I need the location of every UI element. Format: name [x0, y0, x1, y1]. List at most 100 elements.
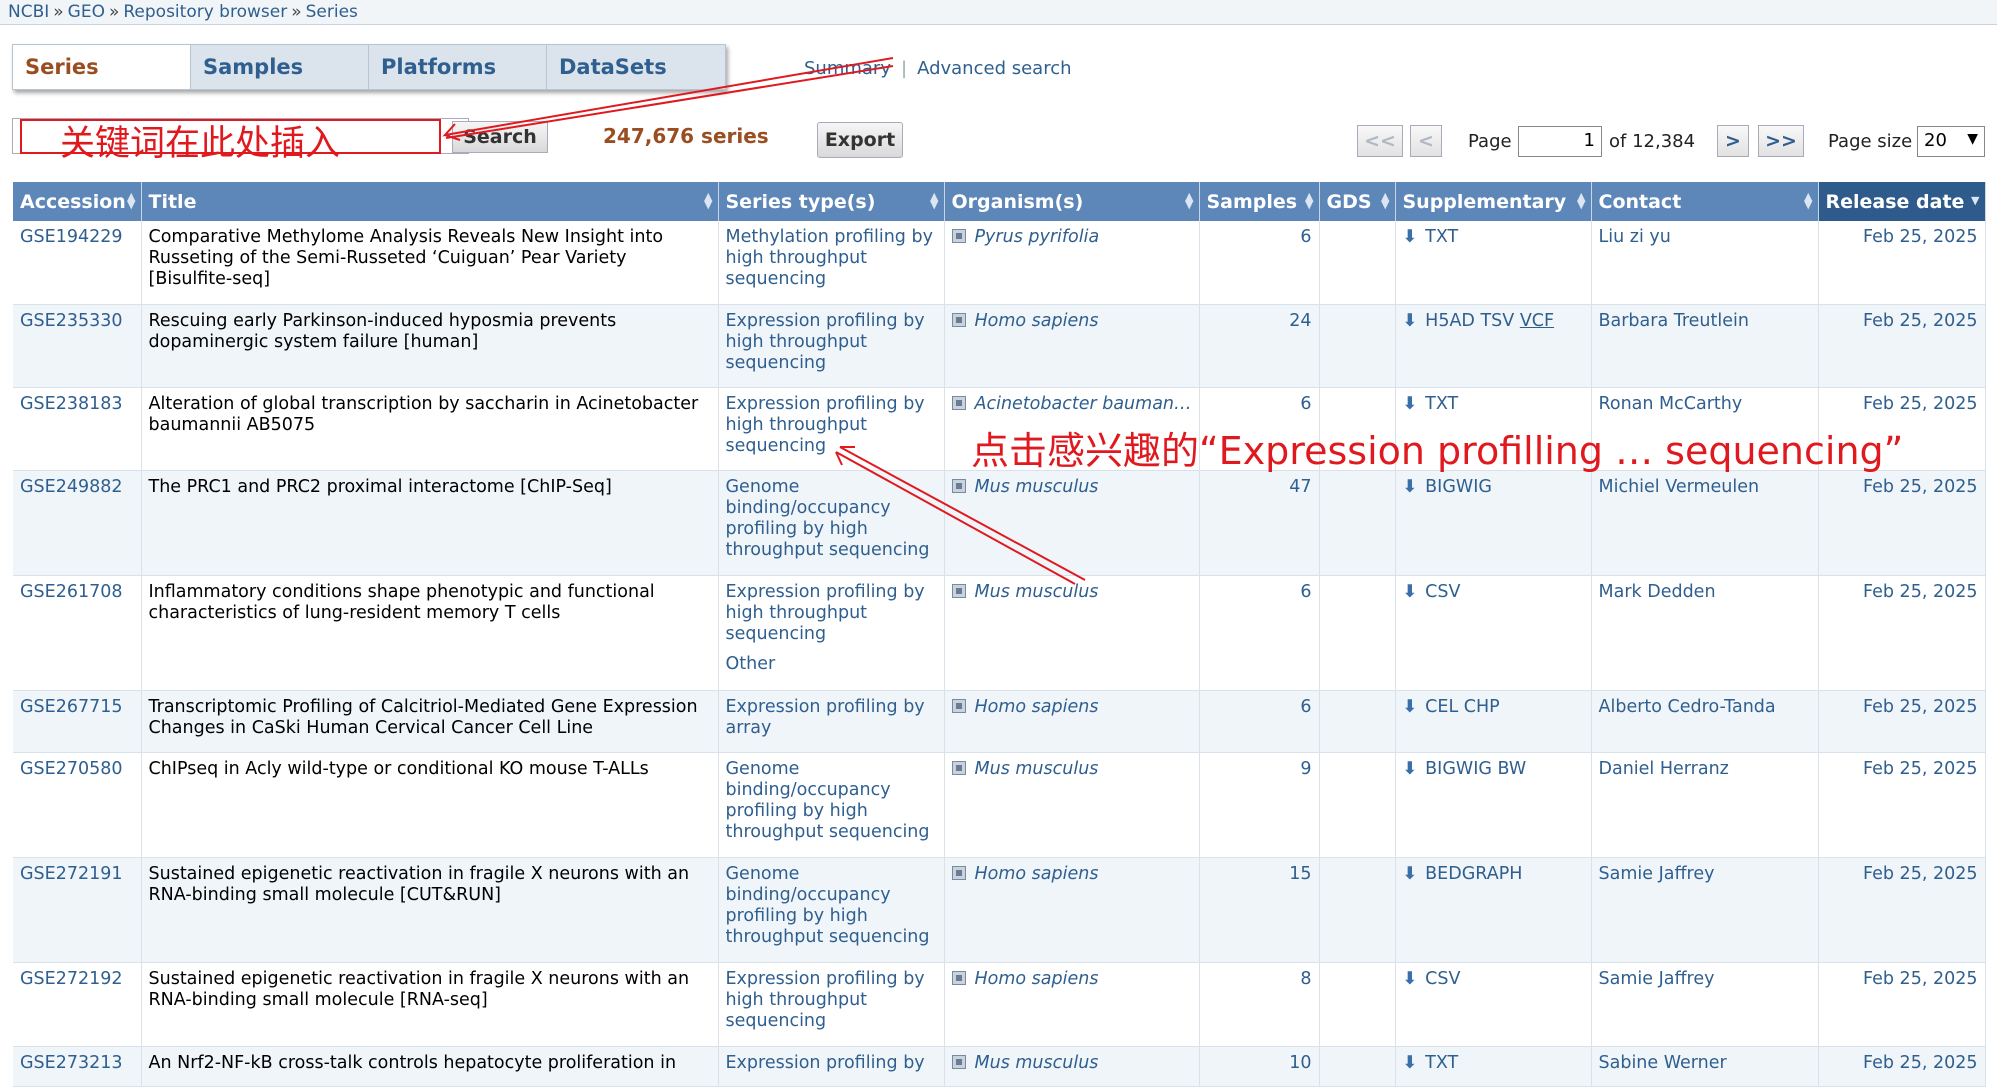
organism-link[interactable]: Mus musculus — [975, 759, 1099, 779]
supplementary-files[interactable]: CSV — [1425, 582, 1460, 602]
first-page-button[interactable]: << — [1357, 125, 1403, 157]
taxonomy-icon[interactable] — [951, 312, 966, 327]
download-icon[interactable]: ⬇ — [1403, 477, 1418, 497]
breadcrumb-geo[interactable]: GEO — [68, 2, 105, 22]
tab-platforms[interactable]: Platforms — [369, 45, 547, 89]
organism-link[interactable]: Homo sapiens — [975, 697, 1099, 717]
organism-link[interactable]: Homo sapiens — [975, 864, 1099, 884]
supplementary-files[interactable]: H5AD TSV — [1425, 311, 1514, 331]
contact-cell[interactable]: Michiel Vermeulen — [1591, 470, 1819, 576]
col-supplementary[interactable]: Supplementary ▲ ▼ — [1395, 182, 1592, 221]
contact-cell[interactable]: Mark Dedden — [1591, 575, 1819, 691]
organism-link[interactable]: Mus musculus — [975, 477, 1099, 497]
organism-link[interactable]: Homo sapiens — [975, 311, 1099, 331]
col-gds[interactable]: GDS ▲ ▼ — [1319, 182, 1396, 221]
samples-cell[interactable]: 6 — [1199, 690, 1320, 753]
samples-cell[interactable]: 24 — [1199, 304, 1320, 388]
taxonomy-icon[interactable] — [951, 1054, 966, 1069]
organism-link[interactable]: Mus musculus — [975, 582, 1099, 602]
breadcrumb-series[interactable]: Series — [306, 2, 358, 22]
series-type-link[interactable]: Expression profiling by high throughput … — [726, 311, 937, 374]
accession-link[interactable]: GSE267715 — [20, 697, 123, 717]
taxonomy-icon[interactable] — [951, 698, 966, 713]
contact-cell[interactable]: Barbara Treutlein — [1591, 304, 1819, 388]
col-series-type[interactable]: Series type(s) ▲ ▼ — [718, 182, 945, 221]
download-icon[interactable]: ⬇ — [1403, 1053, 1418, 1073]
supplementary-files[interactable]: TXT — [1425, 1053, 1458, 1073]
col-release-date[interactable]: Release date ▼ — [1818, 182, 1986, 221]
samples-cell[interactable]: 15 — [1199, 857, 1320, 963]
series-type-link[interactable]: Genome binding/occupancy profiling by hi… — [726, 759, 937, 843]
download-icon[interactable]: ⬇ — [1403, 582, 1418, 602]
tab-samples[interactable]: Samples — [191, 45, 369, 89]
col-accession[interactable]: Accession ▲ ▼ — [13, 182, 142, 221]
series-type-link[interactable]: Genome binding/occupancy profiling by hi… — [726, 477, 937, 561]
series-type-link[interactable]: Genome binding/occupancy profiling by hi… — [726, 864, 937, 948]
supplementary-files[interactable]: TXT — [1425, 227, 1458, 247]
organism-link[interactable]: Homo sapiens — [975, 969, 1099, 989]
col-samples[interactable]: Samples ▲ ▼ — [1199, 182, 1320, 221]
advanced-search-link[interactable]: Advanced search — [917, 58, 1071, 79]
organism-link[interactable]: Acinetobacter bauman… — [975, 394, 1192, 414]
accession-link[interactable]: GSE249882 — [20, 477, 123, 497]
taxonomy-icon[interactable] — [951, 583, 966, 598]
supplementary-files[interactable]: CSV — [1425, 969, 1460, 989]
series-type-link[interactable]: Expression profiling by high throughput … — [726, 969, 937, 1032]
taxonomy-icon[interactable] — [951, 760, 966, 775]
taxonomy-icon[interactable] — [951, 865, 966, 880]
accession-link[interactable]: GSE270580 — [20, 759, 123, 779]
contact-cell[interactable]: Liu zi yu — [1591, 221, 1819, 305]
contact-cell[interactable]: Samie Jaffrey — [1591, 962, 1819, 1047]
samples-cell[interactable]: 9 — [1199, 752, 1320, 858]
download-icon[interactable]: ⬇ — [1403, 227, 1418, 247]
taxonomy-icon[interactable] — [951, 229, 966, 243]
samples-cell[interactable]: 10 — [1199, 1046, 1320, 1087]
contact-cell[interactable]: Samie Jaffrey — [1591, 857, 1819, 963]
accession-link[interactable]: GSE235330 — [20, 311, 123, 331]
breadcrumb-repository-browser[interactable]: Repository browser — [123, 2, 287, 22]
prev-page-button[interactable]: < — [1410, 125, 1442, 157]
supplementary-files[interactable]: CEL CHP — [1425, 697, 1500, 717]
contact-cell[interactable]: Sabine Werner — [1591, 1046, 1819, 1087]
download-icon[interactable]: ⬇ — [1403, 759, 1418, 779]
taxonomy-icon[interactable] — [951, 395, 966, 410]
series-type-link[interactable]: Expression profiling by array — [726, 697, 937, 739]
accession-link[interactable]: GSE194229 — [20, 227, 123, 247]
tab-datasets[interactable]: DataSets — [547, 45, 725, 89]
last-page-button[interactable]: >> — [1758, 125, 1804, 157]
supplementary-files[interactable]: BIGWIG BW — [1425, 759, 1526, 779]
series-type-link[interactable]: Expression profiling by high throughput … — [726, 582, 937, 645]
accession-link[interactable]: GSE238183 — [20, 394, 123, 414]
contact-cell[interactable]: Alberto Cedro-Tanda — [1591, 690, 1819, 753]
accession-link[interactable]: GSE273213 — [20, 1053, 123, 1073]
series-type-link[interactable]: Expression profiling by high throughput … — [726, 394, 937, 457]
col-organism[interactable]: Organism(s) ▲ ▼ — [944, 182, 1200, 221]
supplementary-file-link[interactable]: VCF — [1520, 311, 1554, 331]
contact-cell[interactable]: Daniel Herranz — [1591, 752, 1819, 858]
series-type-link[interactable]: Other — [726, 654, 937, 675]
samples-cell[interactable]: 47 — [1199, 470, 1320, 576]
page-size-select[interactable]: 20 ▼ — [1917, 126, 1985, 157]
supplementary-files[interactable]: BIGWIG — [1425, 477, 1492, 497]
series-type-link[interactable]: Methylation profiling by high throughput… — [726, 227, 937, 290]
export-button[interactable]: Export — [817, 122, 903, 158]
tab-series[interactable]: Series — [13, 45, 191, 89]
page-number-input[interactable]: 1 — [1518, 126, 1602, 157]
samples-cell[interactable]: 6 — [1199, 575, 1320, 691]
series-type-link[interactable]: Expression profiling by — [726, 1053, 937, 1074]
samples-cell[interactable]: 8 — [1199, 962, 1320, 1047]
search-button[interactable]: Search — [452, 121, 548, 153]
next-page-button[interactable]: > — [1717, 125, 1749, 157]
breadcrumb-ncbi[interactable]: NCBI — [8, 2, 49, 22]
accession-link[interactable]: GSE261708 — [20, 582, 123, 602]
download-icon[interactable]: ⬇ — [1403, 311, 1418, 331]
taxonomy-icon[interactable] — [951, 970, 966, 985]
samples-cell[interactable]: 6 — [1199, 221, 1320, 305]
col-contact[interactable]: Contact ▲ ▼ — [1591, 182, 1819, 221]
summary-link[interactable]: Summary — [804, 58, 891, 79]
organism-link[interactable]: Pyrus pyrifolia — [975, 227, 1100, 247]
organism-link[interactable]: Mus musculus — [975, 1053, 1099, 1073]
download-icon[interactable]: ⬇ — [1403, 864, 1418, 884]
download-icon[interactable]: ⬇ — [1403, 394, 1418, 414]
supplementary-files[interactable]: BEDGRAPH — [1425, 864, 1522, 884]
